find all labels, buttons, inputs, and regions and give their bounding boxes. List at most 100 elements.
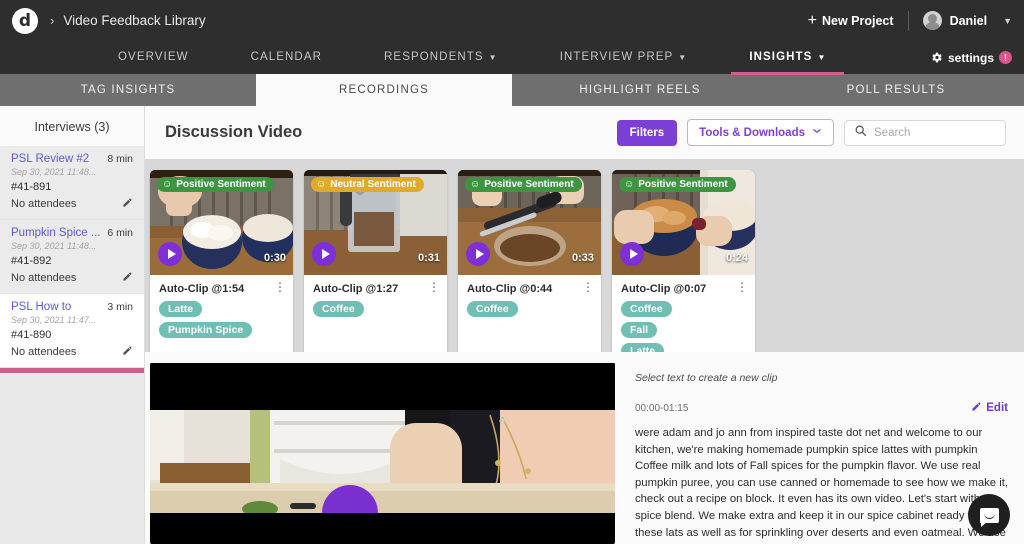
nav-item-insights[interactable]: INSIGHTS ▼ bbox=[731, 41, 845, 75]
nav-item-overview[interactable]: OVERVIEW bbox=[118, 41, 189, 74]
sidebar-item-interview-0[interactable]: PSL Review #2 8 min Sep 30, 2021 11:48..… bbox=[0, 146, 144, 220]
clip-thumbnail[interactable]: ☺ Neutral Sentiment 0:31 bbox=[304, 170, 447, 275]
tag[interactable]: Coffee bbox=[621, 301, 672, 317]
row: No attendees bbox=[11, 197, 133, 211]
sidebar: Interviews (3) PSL Review #2 8 min Sep 3… bbox=[0, 106, 145, 544]
search-input[interactable]: Search bbox=[874, 127, 910, 139]
pencil-icon[interactable] bbox=[122, 271, 133, 285]
row: PSL Review #2 8 min bbox=[11, 153, 133, 165]
more-options-icon[interactable]: ⋮ bbox=[274, 281, 286, 294]
app-root: d › Video Feedback Library + New Project… bbox=[0, 0, 1024, 544]
interview-name[interactable]: PSL Review #2 bbox=[11, 153, 89, 165]
tab-recordings[interactable]: RECORDINGS bbox=[256, 74, 512, 106]
tag[interactable]: Fall bbox=[621, 322, 658, 338]
clip-body: Auto-Clip @0:07 ⋮ Coffee Fall Latte bbox=[612, 275, 755, 352]
interview-attendees: No attendees bbox=[11, 198, 77, 210]
tag[interactable]: Coffee bbox=[313, 301, 364, 317]
row: PSL How to 3 min bbox=[11, 301, 133, 313]
avatar[interactable] bbox=[922, 11, 942, 30]
nav-item-interview-prep[interactable]: INTERVIEW PREP ▼ bbox=[560, 41, 688, 74]
tag[interactable]: Latte bbox=[621, 343, 665, 352]
sentiment-badge: ☺ Positive Sentiment bbox=[465, 177, 582, 192]
play-button[interactable] bbox=[158, 242, 182, 266]
chevron-down-icon: ▼ bbox=[817, 53, 827, 62]
interview-name[interactable]: PSL How to bbox=[11, 301, 71, 313]
row: Auto-Clip @1:54 ⋮ bbox=[159, 281, 286, 295]
tab-tag-insights[interactable]: TAG INSIGHTS bbox=[0, 74, 256, 106]
tag[interactable]: Pumpkin Spice bbox=[159, 322, 253, 338]
more-options-icon[interactable]: ⋮ bbox=[582, 281, 594, 294]
edit-button[interactable]: Edit bbox=[971, 401, 1008, 415]
row: Auto-Clip @0:07 ⋮ bbox=[621, 281, 748, 295]
clip-label: Auto-Clip @0:07 bbox=[621, 283, 707, 295]
clip-duration: 0:30 bbox=[263, 252, 286, 264]
settings-label: settings bbox=[947, 50, 994, 65]
clip-thumbnail[interactable]: ☺ Positive Sentiment 0:33 bbox=[458, 170, 601, 275]
settings-button[interactable]: settings ! bbox=[930, 41, 1012, 74]
content-toolbar: Filters Tools & Downloads Search bbox=[616, 119, 1006, 146]
smiley-icon: ☺ bbox=[624, 179, 635, 190]
lower-panel: Select text to create a new clip 00:00-0… bbox=[145, 352, 1024, 544]
tag[interactable]: Coffee bbox=[467, 301, 518, 317]
video-player[interactable] bbox=[150, 363, 615, 544]
play-button[interactable] bbox=[466, 242, 490, 266]
chevron-down-icon: ▼ bbox=[488, 53, 498, 62]
pencil-icon[interactable] bbox=[122, 345, 133, 359]
row: Auto-Clip @1:27 ⋮ bbox=[313, 281, 440, 295]
play-button[interactable] bbox=[312, 242, 336, 266]
pencil-icon[interactable] bbox=[122, 197, 133, 211]
clip-card[interactable]: ☺ Neutral Sentiment 0:31 Auto-Clip @1:27… bbox=[304, 170, 447, 352]
chevron-down-icon[interactable]: ▼ bbox=[1003, 16, 1012, 26]
clip-card[interactable]: ☺ Positive Sentiment 0:33 Auto-Clip @0:4… bbox=[458, 170, 601, 352]
clip-card[interactable]: ☺ Positive Sentiment 0:24 Auto-Clip @0:0… bbox=[612, 170, 755, 352]
pencil-icon bbox=[971, 401, 982, 415]
breadcrumb-title[interactable]: Video Feedback Library bbox=[63, 13, 205, 28]
interview-duration: 6 min bbox=[107, 227, 133, 239]
tab-label: POLL RESULTS bbox=[846, 84, 946, 96]
breadcrumb-separator-icon: › bbox=[50, 13, 55, 28]
interview-id: #41-890 bbox=[11, 329, 52, 341]
content-header: Discussion Video Filters Tools & Downloa… bbox=[145, 106, 1024, 159]
sidebar-item-interview-2[interactable]: PSL How to 3 min Sep 30, 2021 11:47... #… bbox=[0, 294, 144, 368]
tools-label: Tools & Downloads bbox=[699, 126, 805, 139]
tab-label: HIGHLIGHT REELS bbox=[579, 84, 701, 96]
interview-attendees: No attendees bbox=[11, 346, 77, 358]
clip-tags: Coffee Fall Latte bbox=[621, 301, 746, 352]
search-icon bbox=[854, 124, 867, 142]
sub-nav: TAG INSIGHTS RECORDINGS HIGHLIGHT REELS … bbox=[0, 74, 1024, 106]
clip-body: Auto-Clip @1:54 ⋮ Latte Pumpkin Spice bbox=[150, 275, 293, 347]
chevron-down-icon bbox=[812, 126, 822, 139]
clip-label: Auto-Clip @1:27 bbox=[313, 283, 399, 295]
clip-duration: 0:33 bbox=[571, 252, 594, 264]
tab-highlight-reels[interactable]: HIGHLIGHT REELS bbox=[512, 74, 768, 106]
nav-label: CALENDAR bbox=[250, 50, 323, 63]
transcript-text[interactable]: were adam and jo ann from inspired taste… bbox=[635, 425, 1008, 544]
tag[interactable]: Latte bbox=[159, 301, 203, 317]
page-title: Discussion Video bbox=[165, 123, 303, 141]
nav-item-calendar[interactable]: CALENDAR bbox=[251, 41, 322, 74]
clip-thumbnail[interactable]: ☺ Positive Sentiment 0:24 bbox=[612, 170, 755, 275]
app-logo-icon[interactable]: d bbox=[12, 7, 38, 34]
tools-downloads-dropdown[interactable]: Tools & Downloads bbox=[687, 119, 834, 146]
interview-date: Sep 30, 2021 11:48... bbox=[11, 167, 97, 177]
clip-thumbnail[interactable]: ☺ Positive Sentiment 0:30 bbox=[150, 170, 293, 275]
tab-poll-results[interactable]: POLL RESULTS bbox=[768, 74, 1024, 106]
more-options-icon[interactable]: ⋮ bbox=[428, 281, 440, 294]
nav-label: OVERVIEW bbox=[118, 50, 189, 63]
transcript-timestamp: 00:00-01:15 bbox=[635, 402, 689, 414]
search-box[interactable]: Search bbox=[844, 119, 1006, 146]
new-project-button[interactable]: + New Project bbox=[808, 12, 894, 29]
sidebar-item-interview-1[interactable]: Pumpkin Spice ... 6 min Sep 30, 2021 11:… bbox=[0, 220, 144, 294]
clip-tags: Latte Pumpkin Spice bbox=[159, 301, 284, 338]
chat-bubble-icon[interactable] bbox=[968, 494, 1010, 536]
filters-button[interactable]: Filters bbox=[616, 119, 678, 146]
row: No attendees bbox=[11, 345, 133, 359]
sentiment-label: Neutral Sentiment bbox=[330, 179, 416, 190]
play-button[interactable] bbox=[620, 242, 644, 266]
nav-item-respondents[interactable]: RESPONDENTS ▼ bbox=[384, 41, 498, 74]
player-wrap bbox=[145, 363, 635, 544]
clip-card[interactable]: ☺ Positive Sentiment 0:30 Auto-Clip @1:5… bbox=[150, 170, 293, 352]
more-options-icon[interactable]: ⋮ bbox=[736, 281, 748, 294]
main-nav: OVERVIEW CALENDAR RESPONDENTS ▼ INTERVIE… bbox=[0, 41, 1024, 75]
interview-name[interactable]: Pumpkin Spice ... bbox=[11, 227, 100, 239]
